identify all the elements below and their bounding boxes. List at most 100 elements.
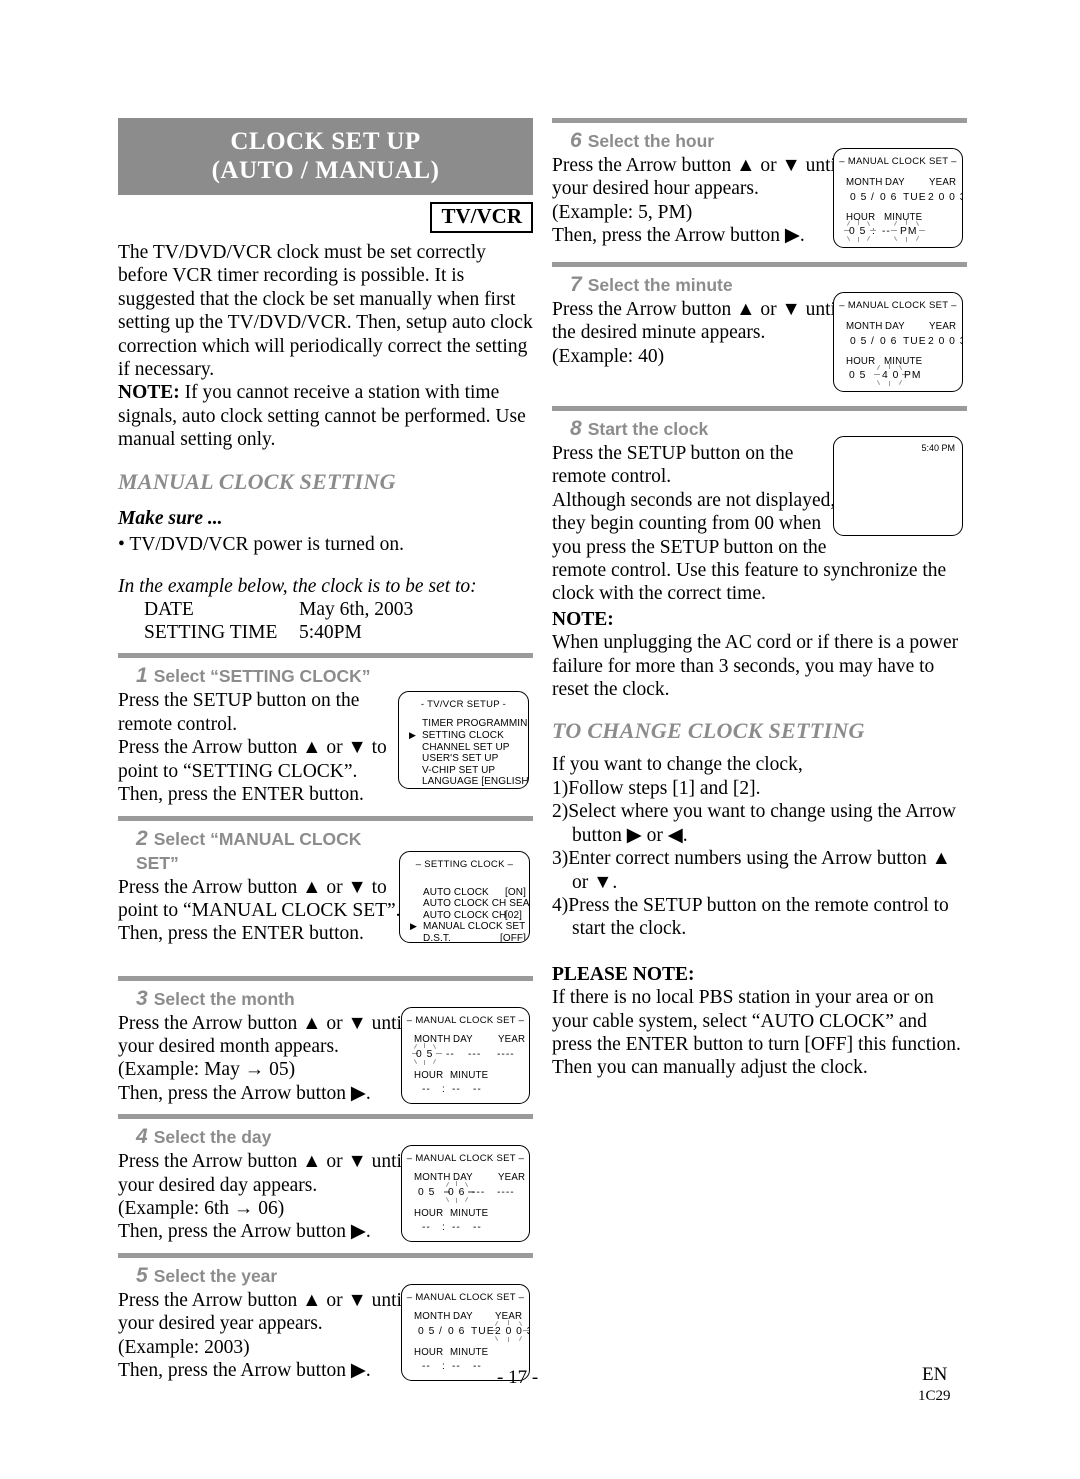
example-intro: In the example below, the clock is to be… (118, 575, 477, 597)
osd-menu-item-selected: ▶ SETTING CLOCK (409, 730, 528, 742)
osd-menu-item: TIMER PROGRAMMING (409, 718, 528, 730)
divider (118, 1252, 533, 1258)
step-8: 8 Start the clock Press the SETUP button … (552, 417, 967, 559)
divider (118, 653, 533, 659)
step-8-title-text: Start the clock (587, 419, 709, 439)
step-6-title-text: Select the hour (587, 131, 715, 151)
osd-value-hour: 0 5 (849, 370, 867, 381)
osd-time-separator: : (442, 1360, 446, 1372)
osd-menu-item: AUTO CLOCK CH [02] (410, 910, 529, 922)
example-key: SETTING TIME (144, 622, 278, 644)
intro-paragraph: The TV/DVD/VCR clock must be set correct… (118, 242, 533, 381)
please-note-label: PLEASE NOTE: (552, 963, 967, 986)
osd-menu-item: D.S.T. [OFF] (410, 932, 529, 943)
step-line: you press the SETUP button on the (552, 536, 827, 558)
osd-value-year: ---- (497, 1187, 515, 1199)
make-sure-item: • TV/DVD/VCR power is turned on. (118, 533, 404, 555)
osd-label-hour: HOUR (414, 1208, 444, 1220)
osd-title: – MANUAL CLOCK SET – (406, 1291, 525, 1303)
osd-value-minute: -- (882, 226, 891, 237)
osd-manual-clock-set-minute: – MANUAL CLOCK SET – MONTH DAY YEAR 0 5 … (833, 292, 963, 392)
osd-value-minute: -- (452, 1083, 461, 1095)
osd-label-month: MONTH (846, 177, 883, 188)
osd-title: – SETTING CLOCK – (415, 858, 514, 870)
intro-note: NOTE: If you cannot receive a station wi… (118, 381, 533, 451)
step-7: 7 Select the minute Press the Arrow butto… (552, 273, 967, 397)
osd-label-hour: HOUR (846, 356, 876, 367)
osd-value-ampm: -- (473, 1222, 482, 1234)
step-4-number: 4 (136, 1125, 148, 1149)
osd-menu-label: TIMER PROGRAMMING (422, 718, 529, 730)
osd-title: – MANUAL CLOCK SET – (406, 1014, 525, 1026)
osd-label-day: DAY (885, 177, 905, 188)
osd-menu-item: LANGUAGE [ENGLISH] (409, 776, 528, 788)
divider (552, 262, 967, 267)
osd-value-month: 0 5 (850, 192, 868, 203)
step-3: 3 Select the month Press the Arrow button… (118, 987, 533, 1106)
osd-label-day: DAY (885, 321, 905, 332)
osd-label-hour: HOUR (414, 1069, 444, 1081)
page-number: - 17 - (497, 1367, 539, 1388)
manual-page: CLOCK SET UP (AUTO / MANUAL) TV/VCR The … (0, 0, 1080, 1479)
osd-menu-label: AUTO CLOCK CH (423, 909, 507, 921)
divider (552, 118, 967, 123)
osd-value-day: 0 6 (880, 192, 898, 203)
step-2-title: 2 Select “MANUAL CLOCK (136, 827, 533, 851)
example-value: 5:40PM (299, 622, 362, 644)
intro-note-label: NOTE: (118, 382, 180, 404)
osd-date-separator: / (871, 192, 875, 203)
osd-label-minute: MINUTE (450, 1346, 489, 1358)
osd-value-hour: -- (422, 1360, 431, 1372)
step-1-title: 1 Select “SETTING CLOCK” (136, 664, 533, 688)
status-badge-tvvcr: TV/VCR (430, 202, 533, 233)
osd-value-ampm: PM (900, 226, 918, 237)
page-title-line1: CLOCK SET UP (230, 128, 421, 155)
page-title-line2: (AUTO / MANUAL) (211, 157, 440, 184)
change-item: 1)Follow steps [1] and [2]. (552, 777, 761, 799)
osd-label-year: YEAR (498, 1172, 526, 1184)
osd-tv-screen-clock: 5:40 PM (833, 436, 963, 536)
change-intro: If you want to change the clock, (552, 754, 803, 776)
step-6: 6 Select the hour Press the Arrow button … (552, 129, 967, 253)
osd-time-separator: : (442, 1222, 446, 1234)
osd-value-year: 2 0 0 3 (928, 192, 963, 203)
osd-menu-label: AUTO CLOCK CH SEARCH (423, 898, 530, 910)
step-4: 4 Select the day Press the Arrow button ▲… (118, 1125, 533, 1244)
change-item: 4)Press the SETUP button on the remote c… (552, 894, 949, 940)
osd-menu-label: D.S.T. (423, 932, 451, 943)
osd-label-minute: MINUTE (450, 1069, 489, 1081)
example-row: SETTING TIME 5:40PM (144, 621, 533, 644)
osd-value-weekday: TUE (903, 192, 927, 203)
osd-label-day: DAY (453, 1310, 473, 1322)
osd-menu-value: [ON] (505, 886, 526, 898)
osd-menu-item-selected: ▶ MANUAL CLOCK SET (410, 921, 529, 933)
osd-value-hour: -- (422, 1222, 431, 1234)
please-note-text: If there is no local PBS station in your… (552, 987, 961, 1079)
osd-label-hour: HOUR (414, 1346, 444, 1358)
osd-menu-label: AUTO CLOCK (423, 886, 489, 898)
osd-value-month: 0 5 (850, 336, 868, 347)
cursor-icon: ▶ (410, 921, 418, 932)
osd-value-weekday: --- (472, 1187, 486, 1199)
osd-date-separator: / (871, 336, 875, 347)
osd-manual-clock-set-month: – MANUAL CLOCK SET – MONTH DAY YEAR 0 5 … (401, 1006, 530, 1104)
osd-menu-label: V-CHIP SET UP (422, 764, 496, 776)
example-row: DATE May 6th, 2003 (144, 598, 533, 621)
osd-menu-item: V-CHIP SET UP (409, 765, 528, 777)
osd-value-month: 0 5 (418, 1187, 436, 1199)
step-2-number: 2 (136, 826, 148, 850)
step-3-title-text: Select the month (153, 988, 295, 1009)
osd-menu-value: [02] (504, 909, 522, 921)
osd-label-day: DAY (453, 1033, 473, 1045)
right-note-text: When unplugging the AC cord or if there … (552, 632, 959, 701)
osd-menu-label: MANUAL CLOCK SET (423, 921, 526, 933)
step-8-wrap-text: remote control. Use this feature to sync… (552, 560, 947, 605)
document-code: 1C29 (918, 1388, 951, 1404)
osd-value-minute: 4 0 (882, 370, 900, 381)
osd-label-month: MONTH (846, 321, 883, 332)
intro-note-text: If you cannot receive a station with tim… (118, 382, 526, 451)
osd-menu-item: CHANNEL SET UP (409, 742, 528, 754)
step-2-title-text: Select “MANUAL CLOCK (153, 828, 362, 849)
osd-tv-vcr-setup-menu: - TV/VCR SETUP - TIMER PROGRAMMING ▶ SETT… (398, 691, 529, 790)
osd-label-year: YEAR (929, 177, 957, 188)
